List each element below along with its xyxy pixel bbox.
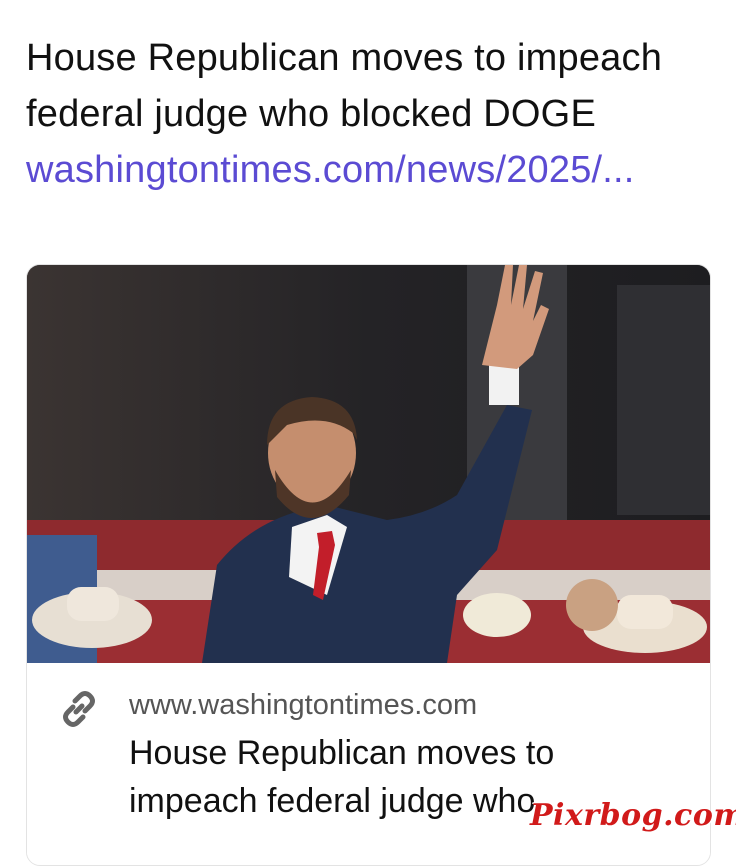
post-body-text: House Republican moves to impeach federa… (26, 37, 663, 135)
watermark: Pixrbog.com (530, 798, 736, 833)
card-image[interactable] (27, 265, 710, 663)
link-preview-card[interactable]: www.washingtontimes.com House Republican… (26, 264, 711, 866)
link-icon (59, 689, 99, 729)
card-domain: www.washingtontimes.com (129, 689, 478, 721)
post-text: House Republican moves to impeach federa… (26, 30, 716, 198)
card-meta: www.washingtontimes.com House Republican… (27, 663, 710, 863)
post-link[interactable]: washingtontimes.com/news/2025/... (26, 149, 635, 191)
news-photo (27, 265, 710, 663)
